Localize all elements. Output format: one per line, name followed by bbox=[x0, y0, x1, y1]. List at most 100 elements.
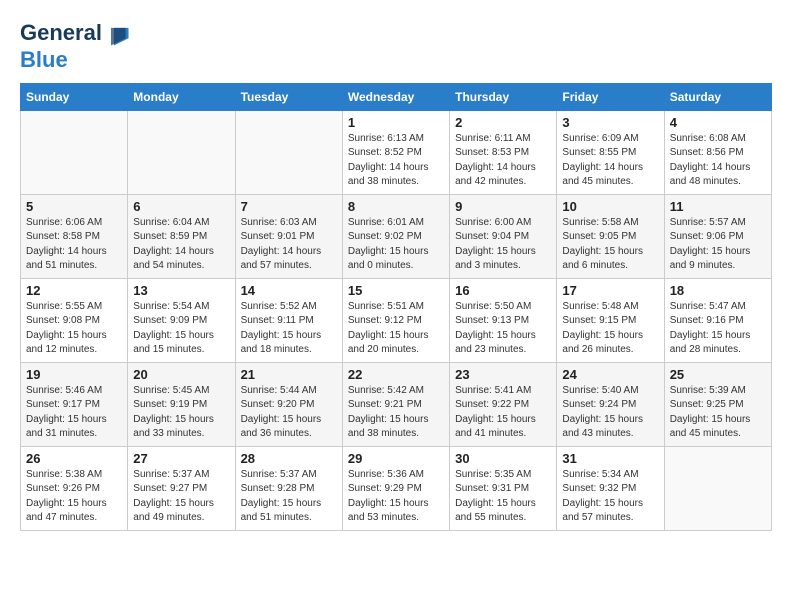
day-info: Sunrise: 5:34 AM Sunset: 9:32 PM Dayligh… bbox=[562, 468, 658, 526]
day-number: 22 bbox=[348, 367, 444, 382]
calendar-cell: 6 Sunrise: 6:04 AM Sunset: 8:59 PM Daylig… bbox=[128, 194, 235, 278]
day-info: Sunrise: 6:08 AM Sunset: 8:56 PM Dayligh… bbox=[670, 132, 766, 190]
day-number: 3 bbox=[562, 115, 658, 130]
col-header-monday: Monday bbox=[128, 83, 235, 110]
day-info: Sunrise: 5:58 AM Sunset: 9:05 PM Dayligh… bbox=[562, 216, 658, 274]
calendar-cell: 15 Sunrise: 5:51 AM Sunset: 9:12 PM Dayli… bbox=[342, 278, 449, 362]
calendar-cell: 3Sunrise: 6:09 AM Sunset: 8:55 PM Daylig… bbox=[557, 110, 664, 194]
calendar-cell bbox=[21, 110, 128, 194]
day-info: Sunrise: 5:44 AM Sunset: 9:20 PM Dayligh… bbox=[241, 384, 337, 442]
day-info: Sunrise: 6:00 AM Sunset: 9:04 PM Dayligh… bbox=[455, 216, 551, 274]
day-number: 2 bbox=[455, 115, 551, 130]
day-number: 1 bbox=[348, 115, 444, 130]
day-info: Sunrise: 6:06 AM Sunset: 8:58 PM Dayligh… bbox=[26, 216, 122, 274]
day-number: 27 bbox=[133, 451, 229, 466]
day-number: 14 bbox=[241, 283, 337, 298]
calendar-cell: 26Sunrise: 5:38 AM Sunset: 9:26 PM Dayli… bbox=[21, 446, 128, 530]
calendar-cell: 8 Sunrise: 6:01 AM Sunset: 9:02 PM Daylig… bbox=[342, 194, 449, 278]
calendar-cell: 9 Sunrise: 6:00 AM Sunset: 9:04 PM Daylig… bbox=[450, 194, 557, 278]
day-number: 19 bbox=[26, 367, 122, 382]
day-info: Sunrise: 5:51 AM Sunset: 9:12 PM Dayligh… bbox=[348, 300, 444, 358]
day-info: Sunrise: 5:37 AM Sunset: 9:28 PM Dayligh… bbox=[241, 468, 337, 526]
day-number: 25 bbox=[670, 367, 766, 382]
calendar-cell: 22 Sunrise: 5:42 AM Sunset: 9:21 PM Dayli… bbox=[342, 362, 449, 446]
logo-icon bbox=[108, 25, 130, 47]
day-info: Sunrise: 5:41 AM Sunset: 9:22 PM Dayligh… bbox=[455, 384, 551, 442]
day-info: Sunrise: 5:47 AM Sunset: 9:16 PM Dayligh… bbox=[670, 300, 766, 358]
day-number: 5 bbox=[26, 199, 122, 214]
logo-general: General bbox=[20, 20, 102, 45]
calendar-cell bbox=[664, 446, 771, 530]
day-info: Sunrise: 6:11 AM Sunset: 8:53 PM Dayligh… bbox=[455, 132, 551, 190]
calendar-cell: 19 Sunrise: 5:46 AM Sunset: 9:17 PM Dayli… bbox=[21, 362, 128, 446]
day-info: Sunrise: 5:48 AM Sunset: 9:15 PM Dayligh… bbox=[562, 300, 658, 358]
calendar-cell: 27 Sunrise: 5:37 AM Sunset: 9:27 PM Dayli… bbox=[128, 446, 235, 530]
day-number: 8 bbox=[348, 199, 444, 214]
calendar-header-row: SundayMondayTuesdayWednesdayThursdayFrid… bbox=[21, 83, 772, 110]
calendar-cell: 23 Sunrise: 5:41 AM Sunset: 9:22 PM Dayli… bbox=[450, 362, 557, 446]
col-header-sunday: Sunday bbox=[21, 83, 128, 110]
calendar-cell: 28 Sunrise: 5:37 AM Sunset: 9:28 PM Dayli… bbox=[235, 446, 342, 530]
col-header-thursday: Thursday bbox=[450, 83, 557, 110]
calendar-week-4: 19 Sunrise: 5:46 AM Sunset: 9:17 PM Dayli… bbox=[21, 362, 772, 446]
day-number: 23 bbox=[455, 367, 551, 382]
day-number: 24 bbox=[562, 367, 658, 382]
calendar-cell: 12Sunrise: 5:55 AM Sunset: 9:08 PM Dayli… bbox=[21, 278, 128, 362]
day-number: 15 bbox=[348, 283, 444, 298]
day-info: Sunrise: 5:40 AM Sunset: 9:24 PM Dayligh… bbox=[562, 384, 658, 442]
col-header-wednesday: Wednesday bbox=[342, 83, 449, 110]
day-number: 21 bbox=[241, 367, 337, 382]
calendar-week-5: 26Sunrise: 5:38 AM Sunset: 9:26 PM Dayli… bbox=[21, 446, 772, 530]
day-number: 4 bbox=[670, 115, 766, 130]
day-number: 28 bbox=[241, 451, 337, 466]
day-number: 10 bbox=[562, 199, 658, 214]
day-info: Sunrise: 5:42 AM Sunset: 9:21 PM Dayligh… bbox=[348, 384, 444, 442]
calendar-cell: 25Sunrise: 5:39 AM Sunset: 9:25 PM Dayli… bbox=[664, 362, 771, 446]
day-number: 16 bbox=[455, 283, 551, 298]
logo-text-block: General Blue bbox=[20, 20, 130, 73]
day-number: 29 bbox=[348, 451, 444, 466]
calendar-cell: 1 Sunrise: 6:13 AM Sunset: 8:52 PM Daylig… bbox=[342, 110, 449, 194]
day-info: Sunrise: 5:54 AM Sunset: 9:09 PM Dayligh… bbox=[133, 300, 229, 358]
day-info: Sunrise: 5:46 AM Sunset: 9:17 PM Dayligh… bbox=[26, 384, 122, 442]
day-info: Sunrise: 6:04 AM Sunset: 8:59 PM Dayligh… bbox=[133, 216, 229, 274]
calendar-cell: 2 Sunrise: 6:11 AM Sunset: 8:53 PM Daylig… bbox=[450, 110, 557, 194]
calendar-cell bbox=[128, 110, 235, 194]
col-header-saturday: Saturday bbox=[664, 83, 771, 110]
day-info: Sunrise: 5:45 AM Sunset: 9:19 PM Dayligh… bbox=[133, 384, 229, 442]
calendar-cell: 17 Sunrise: 5:48 AM Sunset: 9:15 PM Dayli… bbox=[557, 278, 664, 362]
day-number: 17 bbox=[562, 283, 658, 298]
day-info: Sunrise: 5:52 AM Sunset: 9:11 PM Dayligh… bbox=[241, 300, 337, 358]
day-info: Sunrise: 5:37 AM Sunset: 9:27 PM Dayligh… bbox=[133, 468, 229, 526]
calendar-cell: 10 Sunrise: 5:58 AM Sunset: 9:05 PM Dayli… bbox=[557, 194, 664, 278]
day-number: 11 bbox=[670, 199, 766, 214]
day-number: 30 bbox=[455, 451, 551, 466]
day-info: Sunrise: 5:50 AM Sunset: 9:13 PM Dayligh… bbox=[455, 300, 551, 358]
logo: General Blue bbox=[20, 20, 130, 73]
day-number: 26 bbox=[26, 451, 122, 466]
day-info: Sunrise: 6:13 AM Sunset: 8:52 PM Dayligh… bbox=[348, 132, 444, 190]
col-header-friday: Friday bbox=[557, 83, 664, 110]
day-info: Sunrise: 6:01 AM Sunset: 9:02 PM Dayligh… bbox=[348, 216, 444, 274]
calendar-cell: 20Sunrise: 5:45 AM Sunset: 9:19 PM Dayli… bbox=[128, 362, 235, 446]
calendar-week-1: 1 Sunrise: 6:13 AM Sunset: 8:52 PM Daylig… bbox=[21, 110, 772, 194]
calendar-cell: 7Sunrise: 6:03 AM Sunset: 9:01 PM Daylig… bbox=[235, 194, 342, 278]
calendar-cell: 18 Sunrise: 5:47 AM Sunset: 9:16 PM Dayli… bbox=[664, 278, 771, 362]
calendar-cell: 4 Sunrise: 6:08 AM Sunset: 8:56 PM Daylig… bbox=[664, 110, 771, 194]
day-number: 9 bbox=[455, 199, 551, 214]
logo-container: General Blue bbox=[20, 20, 130, 73]
calendar-cell: 11 Sunrise: 5:57 AM Sunset: 9:06 PM Dayli… bbox=[664, 194, 771, 278]
day-info: Sunrise: 5:35 AM Sunset: 9:31 PM Dayligh… bbox=[455, 468, 551, 526]
calendar-cell: 13Sunrise: 5:54 AM Sunset: 9:09 PM Dayli… bbox=[128, 278, 235, 362]
day-number: 7 bbox=[241, 199, 337, 214]
day-info: Sunrise: 5:57 AM Sunset: 9:06 PM Dayligh… bbox=[670, 216, 766, 274]
day-info: Sunrise: 5:36 AM Sunset: 9:29 PM Dayligh… bbox=[348, 468, 444, 526]
day-number: 18 bbox=[670, 283, 766, 298]
day-number: 6 bbox=[133, 199, 229, 214]
logo-blue: Blue bbox=[20, 47, 68, 72]
calendar-cell: 31Sunrise: 5:34 AM Sunset: 9:32 PM Dayli… bbox=[557, 446, 664, 530]
calendar-cell: 29 Sunrise: 5:36 AM Sunset: 9:29 PM Dayli… bbox=[342, 446, 449, 530]
calendar-cell bbox=[235, 110, 342, 194]
calendar-cell: 30 Sunrise: 5:35 AM Sunset: 9:31 PM Dayli… bbox=[450, 446, 557, 530]
day-number: 12 bbox=[26, 283, 122, 298]
